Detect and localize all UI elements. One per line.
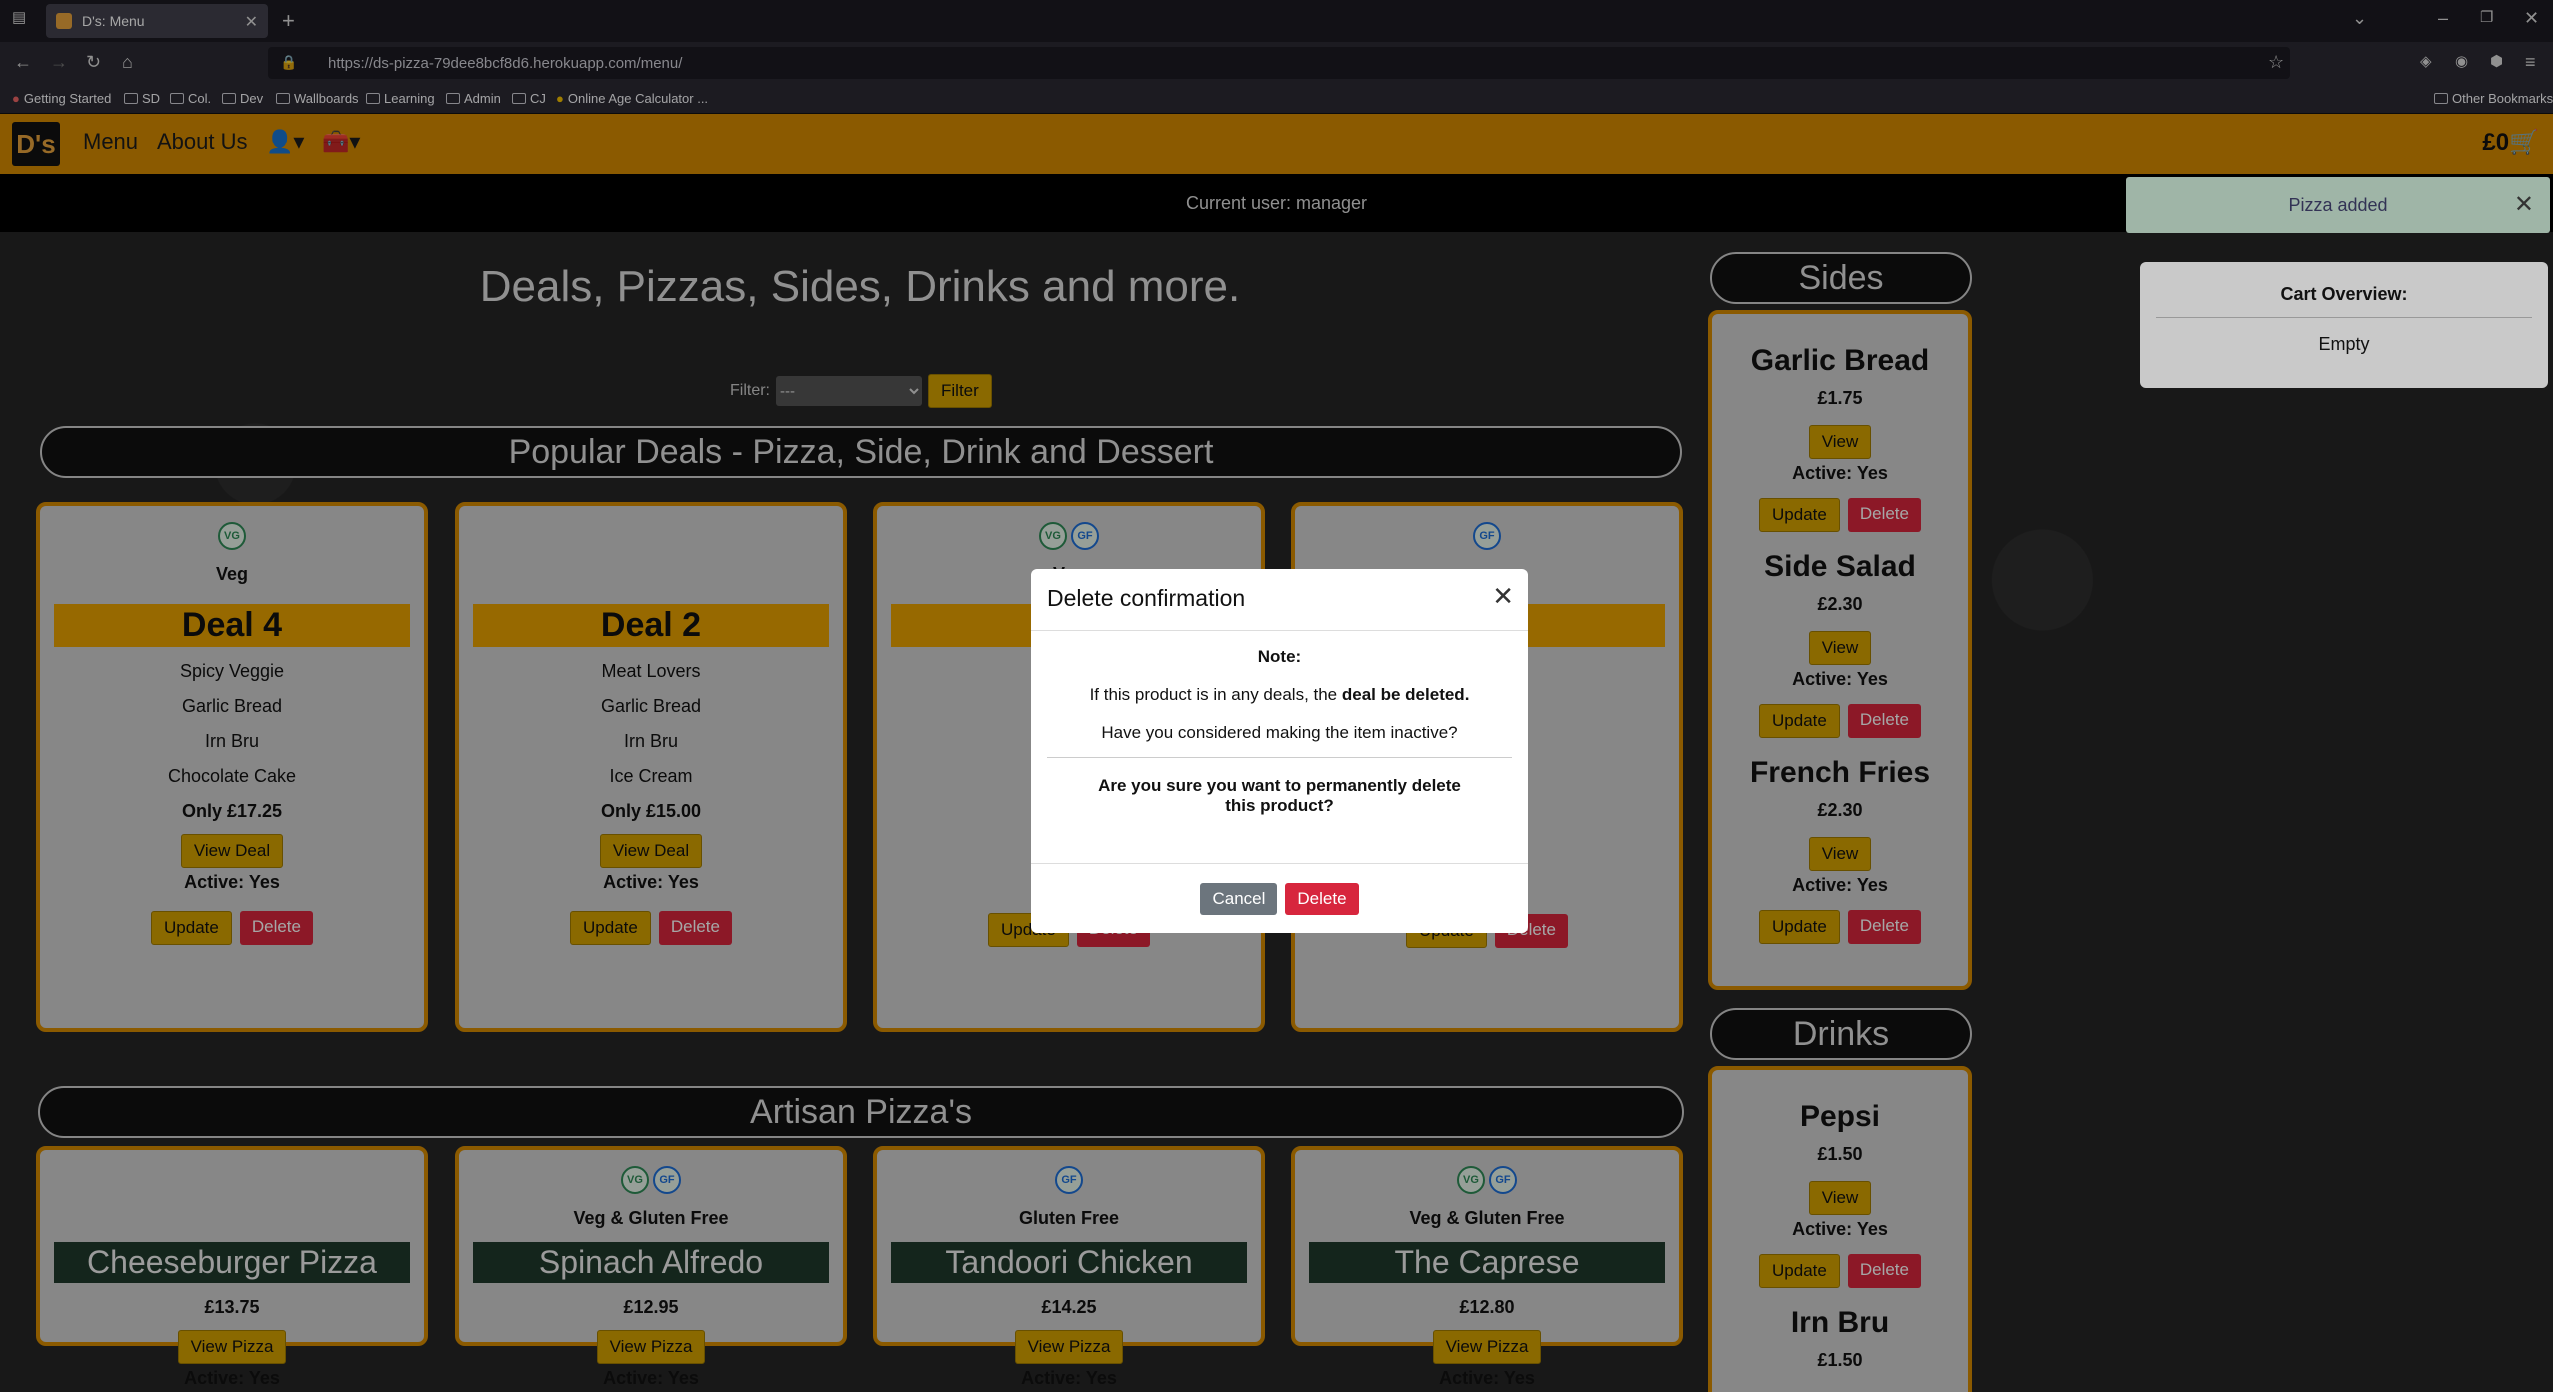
toast-message: Pizza added ✕ <box>2126 177 2550 233</box>
confirm-delete-button[interactable]: Delete <box>1285 882 1359 915</box>
modal-line2: Have you considered making the item inac… <box>1047 723 1512 758</box>
modal-question: Are you sure you want to permanently del… <box>1098 776 1461 815</box>
modal-close-icon[interactable]: ✕ <box>1492 581 1514 612</box>
modal-title: Delete confirmation <box>1047 585 1246 611</box>
cancel-button[interactable]: Cancel <box>1200 882 1278 915</box>
toast-close-icon[interactable]: ✕ <box>2514 177 2534 233</box>
cart-overview-title: Cart Overview: <box>2156 284 2532 318</box>
modal-footer: Cancel Delete <box>1031 863 1528 933</box>
toast-text: Pizza added <box>2288 195 2388 215</box>
cart-overview: Cart Overview: Empty <box>2140 262 2548 388</box>
cart-overview-status: Empty <box>2318 334 2370 354</box>
delete-confirmation-modal: Delete confirmation ✕ Note: If this prod… <box>1031 569 1528 933</box>
modal-header: Delete confirmation ✕ <box>1031 569 1528 631</box>
modal-body: Note: If this product is in any deals, t… <box>1031 631 1528 832</box>
modal-note: Note: <box>1257 647 1302 666</box>
modal-line1: If this product is in any deals, the dea… <box>1089 685 1470 704</box>
